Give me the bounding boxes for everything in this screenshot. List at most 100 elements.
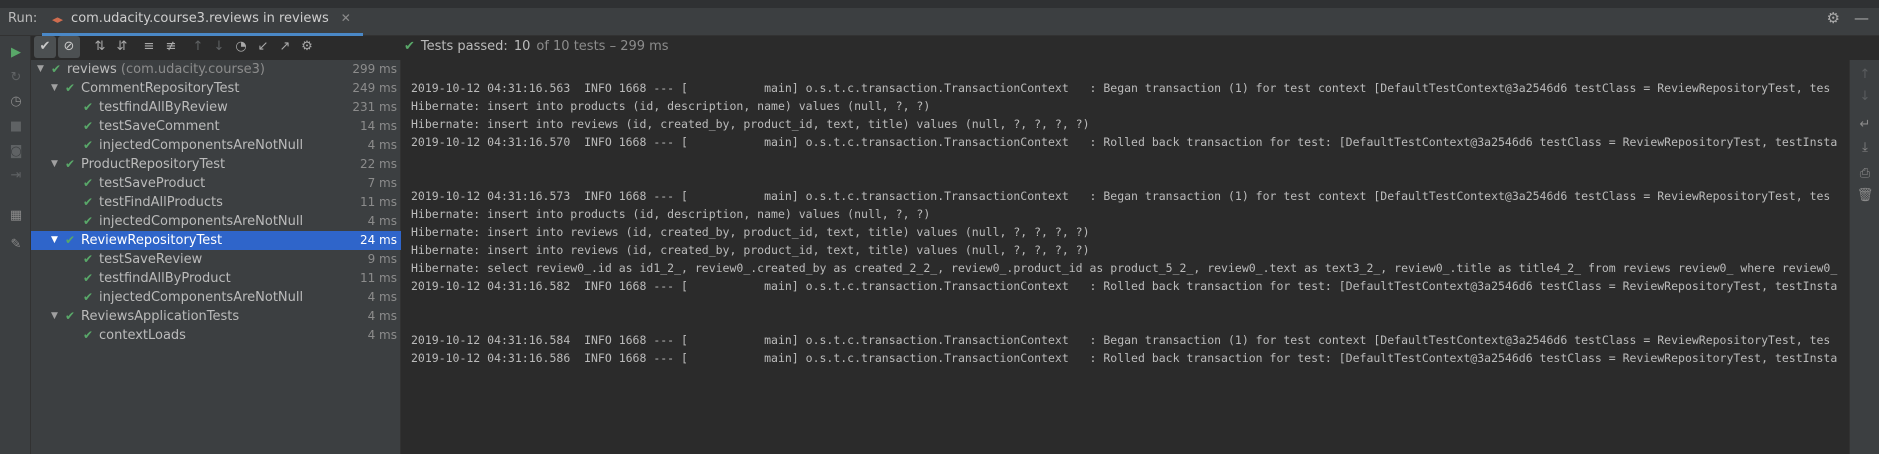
scroll-up-icon[interactable]: ↑ <box>1856 66 1874 84</box>
minimize-icon[interactable]: — <box>1854 9 1869 27</box>
passed-check-icon: ✔ <box>83 252 94 266</box>
run-config-icon: ◂▸ <box>52 13 64 26</box>
toggle-auto-test-icon[interactable]: ◷ <box>7 93 25 111</box>
expand-all-icon[interactable]: ≡ <box>138 36 160 58</box>
export-icon[interactable]: ⇥ <box>7 167 25 185</box>
run-toolwindow-header: Run: ◂▸ com.udacity.course3.reviews in r… <box>0 0 1879 36</box>
tree-node-duration: 14 ms <box>359 119 397 133</box>
tree-row-test[interactable]: ✔ testSaveReview 9 ms <box>31 250 401 269</box>
status-prefix: Tests passed: <box>420 39 508 54</box>
tree-node-duration: 4 ms <box>367 290 397 304</box>
tree-row-test[interactable]: ✔ testSaveProduct 7 ms <box>31 174 401 193</box>
tree-node-duration: 231 ms <box>352 100 397 114</box>
passed-check-icon: ✔ <box>404 39 415 54</box>
tree-row-reviews[interactable]: ▼ ✔ reviews (com.udacity.course3) 299 ms <box>31 60 401 79</box>
console-line: Hibernate: insert into reviews (id, crea… <box>411 243 1090 257</box>
sort-duration-icon[interactable]: ⇵ <box>111 36 133 58</box>
run-label: Run: <box>8 11 38 26</box>
tree-row-reviewrepositorytest[interactable]: ▼ ✔ ReviewRepositoryTest 24 ms <box>31 231 401 250</box>
tree-node-name: contextLoads <box>99 328 186 343</box>
expand-arrow-icon[interactable]: ▼ <box>51 79 58 98</box>
settings-icon[interactable]: ⚙ <box>296 36 318 58</box>
soft-wrap-icon[interactable]: ↵ <box>1856 116 1874 134</box>
next-failed-icon[interactable]: ↓ <box>208 36 230 58</box>
tree-node-duration: 299 ms <box>352 62 397 76</box>
tree-toolbar: ✔ ⊘ ⇅ ⇵ ≡ ≢ ↑ ↓ ◔ ↙ ↗ ⚙ <box>31 36 401 58</box>
tree-node-name: ProductRepositoryTest <box>81 157 226 172</box>
tree-node-duration: 9 ms <box>367 252 397 266</box>
tree-row-test[interactable]: ✔ injectedComponentsAreNotNull 4 ms <box>31 212 401 231</box>
tree-node-name: testfindAllByProduct <box>99 271 231 286</box>
tree-row-test[interactable]: ✔ testSaveComment 14 ms <box>31 117 401 136</box>
tree-row-test[interactable]: ✔ testFindAllProducts 11 ms <box>31 193 401 212</box>
console-line: 2019-10-12 04:31:16.584 INFO 1668 --- [ … <box>411 333 1831 347</box>
tree-node-name: testSaveProduct <box>99 176 206 191</box>
export-results-icon[interactable]: ↗ <box>274 36 296 58</box>
show-ignored-icon[interactable]: ⊘ <box>58 36 80 58</box>
status-total: of 10 tests – 299 ms <box>536 39 669 54</box>
rerun-icon[interactable]: ▶ <box>7 44 25 62</box>
tree-node-name: ReviewRepositoryTest <box>81 233 223 248</box>
run-config-tab[interactable]: ◂▸ com.udacity.course3.reviews in review… <box>42 6 363 36</box>
passed-check-icon: ✔ <box>83 195 94 209</box>
console-output[interactable]: 2019-10-12 04:31:16.563 INFO 1668 --- [ … <box>402 60 1849 454</box>
tree-row-productrepositorytest[interactable]: ▼ ✔ ProductRepositoryTest 22 ms <box>31 155 401 174</box>
passed-check-icon: ✔ <box>83 271 94 285</box>
history-icon[interactable]: ◔ <box>230 36 252 58</box>
test-status: ✔ Tests passed: 10 of 10 tests – 299 ms <box>404 36 669 58</box>
passed-check-icon: ✔ <box>83 138 94 152</box>
passed-check-icon: ✔ <box>83 214 94 228</box>
previous-failed-icon[interactable]: ↑ <box>187 36 209 58</box>
scroll-down-icon[interactable]: ↓ <box>1856 88 1874 106</box>
tree-row-test[interactable]: ✔ injectedComponentsAreNotNull 4 ms <box>31 136 401 155</box>
passed-check-icon: ✔ <box>83 176 94 190</box>
stop-icon[interactable]: ■ <box>7 118 25 136</box>
tree-node-name: CommentRepositoryTest <box>81 81 240 96</box>
console-line: Hibernate: insert into reviews (id, crea… <box>411 225 1090 239</box>
tree-node-duration: 7 ms <box>367 176 397 190</box>
tree-node-duration: 11 ms <box>359 271 397 285</box>
passed-check-icon: ✔ <box>83 119 94 133</box>
tree-node-name: ReviewsApplicationTests <box>81 309 240 324</box>
rerun-failed-icon[interactable]: ↻ <box>7 69 25 87</box>
tree-node-duration: 11 ms <box>359 195 397 209</box>
show-passed-icon[interactable]: ✔ <box>34 36 56 58</box>
tree-node-duration: 22 ms <box>359 157 397 171</box>
tree-row-test[interactable]: ✔ injectedComponentsAreNotNull 4 ms <box>31 288 401 307</box>
sort-alpha-icon[interactable]: ⇅ <box>89 36 111 58</box>
console-line: 2019-10-12 04:31:16.563 INFO 1668 --- [ … <box>411 81 1831 95</box>
expand-arrow-icon[interactable]: ▼ <box>51 155 58 174</box>
passed-check-icon: ✔ <box>65 81 76 95</box>
passed-check-icon: ✔ <box>51 62 62 76</box>
tree-node-name: injectedComponentsAreNotNull <box>99 138 304 153</box>
tree-row-test[interactable]: ✔ contextLoads 4 ms <box>31 326 401 345</box>
expand-arrow-icon[interactable]: ▼ <box>51 307 58 326</box>
close-icon[interactable]: ✕ <box>341 11 351 25</box>
passed-check-icon: ✔ <box>65 309 76 323</box>
right-toolbar: ↑ ↓ ↵ ⤓ ⎙ 🗑 <box>1849 60 1879 454</box>
import-icon[interactable]: ↙ <box>252 36 274 58</box>
expand-arrow-icon[interactable]: ▼ <box>51 231 58 250</box>
expand-arrow-icon[interactable]: ▼ <box>37 60 44 79</box>
tree-row-label: reviews (com.udacity.course3) <box>67 60 265 79</box>
pin-icon[interactable]: ✎ <box>7 236 25 254</box>
tree-row-test[interactable]: ✔ testfindAllByReview 231 ms <box>31 98 401 117</box>
scroll-to-end-icon[interactable]: ⤓ <box>1856 139 1874 157</box>
tree-row-commentrepositorytest[interactable]: ▼ ✔ CommentRepositoryTest 249 ms <box>31 79 401 98</box>
tree-node-duration: 4 ms <box>367 214 397 228</box>
print-icon[interactable]: ⎙ <box>1856 165 1874 183</box>
collapse-all-icon[interactable]: ≢ <box>160 36 182 58</box>
tree-row-test[interactable]: ✔ testfindAllByProduct 11 ms <box>31 269 401 288</box>
clear-icon[interactable]: 🗑 <box>1856 187 1874 205</box>
screenshot-icon[interactable]: ◙ <box>7 143 25 161</box>
layout-icon[interactable]: ▦ <box>7 207 25 225</box>
passed-check-icon: ✔ <box>83 100 94 114</box>
tree-node-name: injectedComponentsAreNotNull <box>99 290 304 305</box>
tree-node-name: testSaveComment <box>99 119 220 134</box>
tree-node-duration: 4 ms <box>367 328 397 342</box>
gear-icon[interactable]: ⚙ <box>1827 9 1840 27</box>
console-line: 2019-10-12 04:31:16.586 INFO 1668 --- [ … <box>411 351 1838 365</box>
status-passed-count: 10 <box>513 39 531 54</box>
tree-row-reviewsapplicationtests[interactable]: ▼ ✔ ReviewsApplicationTests 4 ms <box>31 307 401 326</box>
tree-node-package: (com.udacity.course3) <box>120 62 265 77</box>
